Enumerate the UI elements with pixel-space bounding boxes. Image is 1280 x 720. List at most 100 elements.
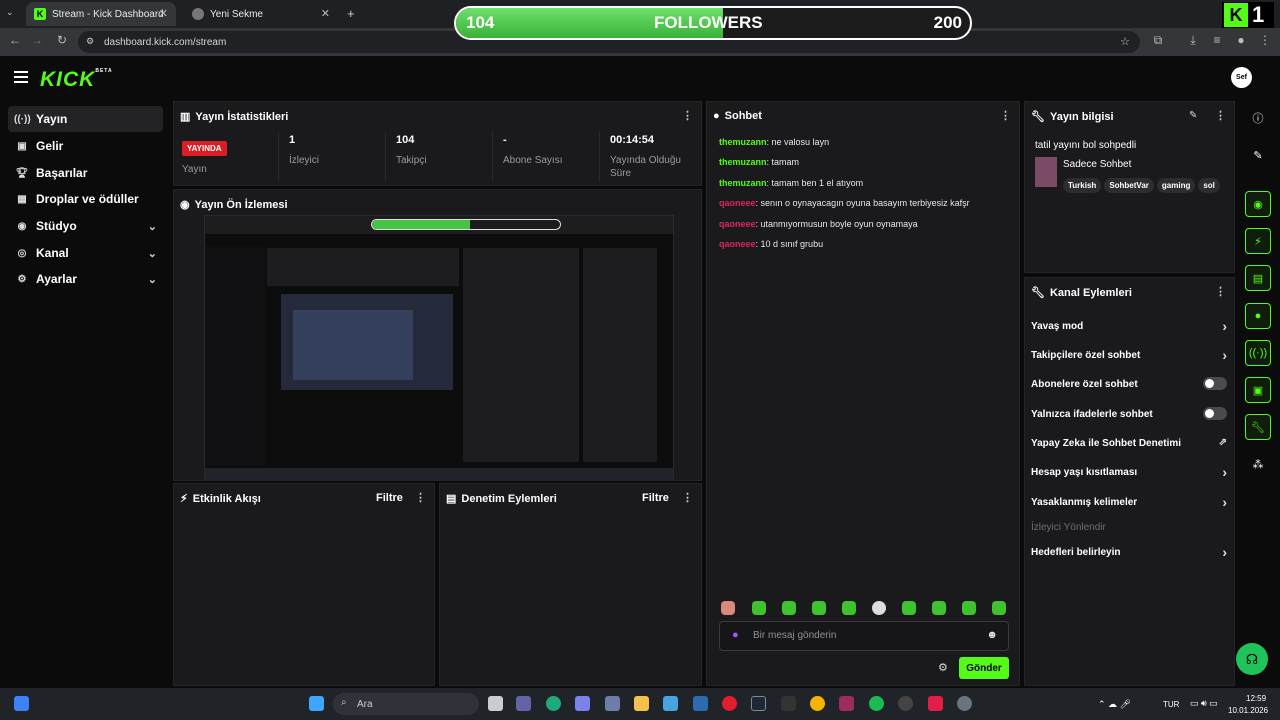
subscribers-only-toggle[interactable] xyxy=(1203,377,1227,390)
set-goals-action[interactable]: Hedefleri belirleyin › xyxy=(1031,544,1227,560)
moderation-icon[interactable]: ▤ xyxy=(1245,265,1271,291)
support-headset-icon[interactable]: ☊ xyxy=(1236,643,1268,675)
sidebar-item-droplar[interactable]: ▦ Droplar ve ödüller xyxy=(8,186,163,212)
sidebar-item-gelir[interactable]: ▣ Gelir xyxy=(8,133,163,159)
microphone-icon[interactable]: ● xyxy=(732,629,739,641)
emote-icon[interactable] xyxy=(842,601,856,615)
site-info-icon[interactable]: ⚙ xyxy=(86,36,94,47)
followers-only-action[interactable]: Takipçilere özel sohbet › xyxy=(1031,347,1227,363)
network-icon[interactable]: ▭ 🔊︎ ▭ xyxy=(1190,698,1218,709)
tab-new-tab[interactable]: Yeni Sekme ✕ xyxy=(184,2,338,26)
language-indicator[interactable]: TUR xyxy=(1163,700,1179,709)
task-view-icon[interactable] xyxy=(488,696,503,711)
clock-date[interactable]: 10.01.2026 xyxy=(1228,706,1268,715)
more-options-icon[interactable]: ⋮ xyxy=(1215,285,1226,298)
kick-logo[interactable]: KICKBETA xyxy=(40,68,113,92)
info-icon[interactable]: ⓘ xyxy=(1245,105,1271,131)
chat-input[interactable]: ● Bir mesaj gönderin ☻ xyxy=(719,621,1009,651)
chat-username[interactable]: themuzann xyxy=(719,137,767,147)
lightning-icon[interactable]: ⚡︎ xyxy=(1245,228,1271,254)
banned-words-action[interactable]: Yasaklanmış kelimeler › xyxy=(1031,494,1227,510)
menu-hamburger-icon[interactable] xyxy=(14,71,28,86)
widgets-icon[interactable] xyxy=(14,696,29,711)
emote-icon[interactable] xyxy=(902,601,916,615)
app-icon[interactable] xyxy=(928,696,943,711)
extensions-icon[interactable]: ⧉ xyxy=(1149,33,1167,48)
sidebar-item-ayarlar[interactable]: ⚙ Ayarlar ⌄ xyxy=(8,266,163,292)
tab-list-button[interactable]: ⌄ xyxy=(6,7,14,18)
obs-icon[interactable] xyxy=(898,696,913,711)
stream-preview-video[interactable] xyxy=(204,215,674,480)
chat-username[interactable]: qaoneee xyxy=(719,219,756,229)
more-options-icon[interactable]: ⋮ xyxy=(415,491,426,504)
opera-icon[interactable] xyxy=(722,696,737,711)
category-name[interactable]: Sadece Sohbet xyxy=(1063,159,1131,170)
avatar[interactable]: Sef xyxy=(1231,67,1252,88)
stats-icon[interactable]: ▣ xyxy=(1245,377,1271,403)
back-icon[interactable]: ← xyxy=(6,33,24,47)
tag[interactable]: SohbetVar xyxy=(1104,178,1154,193)
emote-icon[interactable] xyxy=(782,601,796,615)
emote-icon[interactable] xyxy=(992,601,1006,615)
steam-icon[interactable] xyxy=(751,696,766,711)
chrome-icon[interactable] xyxy=(810,696,825,711)
sidebar-item-studyo[interactable]: ◉ Stüdyo ⌄ xyxy=(8,213,163,239)
emote-icon[interactable] xyxy=(932,601,946,615)
preview-toggle-icon[interactable]: ◉ xyxy=(1245,191,1271,217)
chat-settings-icon[interactable]: ⚙ xyxy=(938,661,948,674)
store-icon[interactable] xyxy=(663,696,678,711)
more-options-icon[interactable]: ⋮ xyxy=(1000,109,1011,122)
tag[interactable]: Turkish xyxy=(1063,178,1102,193)
profile-icon[interactable]: ● xyxy=(1232,33,1250,47)
filter-button[interactable]: Filtre xyxy=(642,492,669,504)
wrench-icon[interactable]: 🔧︎ xyxy=(1245,414,1271,440)
tray-icons[interactable]: ⌃ ☁ 🎤︎ xyxy=(1098,699,1131,710)
clock-time[interactable]: 12:59 xyxy=(1246,694,1266,703)
spotify-icon[interactable] xyxy=(869,696,884,711)
edit-pencil-icon[interactable]: ✎ xyxy=(1189,110,1197,121)
reading-list-icon[interactable]: ≡ xyxy=(1208,33,1226,47)
emote-icon[interactable] xyxy=(721,601,735,615)
app-icon[interactable] xyxy=(839,696,854,711)
mail-icon[interactable] xyxy=(693,696,708,711)
chat-username[interactable]: themuzann xyxy=(719,157,767,167)
emote-icon[interactable] xyxy=(872,601,886,615)
filter-button[interactable]: Filtre xyxy=(376,492,403,504)
chat-username[interactable]: qaoneee xyxy=(719,239,756,249)
sidebar-item-basarilar[interactable]: 🏆︎ Başarılar xyxy=(8,160,163,186)
start-windows-icon[interactable] xyxy=(309,696,324,711)
sidebar-item-kanal[interactable]: ◎ Kanal ⌄ xyxy=(8,240,163,266)
more-options-icon[interactable]: ⋮ xyxy=(682,109,693,122)
ai-moderation-action[interactable]: Yapay Zeka ile Sohbet Denetimi ⇗ xyxy=(1031,437,1227,449)
close-tab-icon[interactable]: ✕ xyxy=(321,7,330,20)
settings-icon[interactable] xyxy=(605,696,620,711)
emoji-icon[interactable]: ☻ xyxy=(986,629,998,641)
bookmark-star-icon[interactable]: ☆ xyxy=(1120,35,1130,48)
reload-icon[interactable]: ↻ xyxy=(53,33,71,47)
chat-username[interactable]: qaoneee xyxy=(719,198,756,208)
taskbar-search[interactable]: ⌕ Ara xyxy=(333,693,479,715)
browser-menu-icon[interactable]: ⋮ xyxy=(1256,33,1274,47)
chat-bubble-icon[interactable]: ● xyxy=(1245,303,1271,329)
teams-icon[interactable] xyxy=(575,696,590,711)
edit-pencil-icon[interactable]: ✎ xyxy=(1245,142,1271,168)
new-tab-button[interactable]: + xyxy=(347,6,355,21)
app-icon[interactable] xyxy=(957,696,972,711)
send-button[interactable]: Gönder xyxy=(959,657,1009,679)
sidebar-item-yayin[interactable]: ((·)) Yayın xyxy=(8,106,163,132)
chat-username[interactable]: themuzann xyxy=(719,178,767,188)
edge-icon[interactable] xyxy=(546,696,561,711)
tag[interactable]: sol xyxy=(1198,178,1220,193)
tab-kick-dashboard[interactable]: K Stream - Kick Dashboard ✕ xyxy=(26,2,176,26)
more-options-icon[interactable]: ⋮ xyxy=(1215,109,1226,122)
download-icon[interactable]: ⤓ xyxy=(1184,33,1202,48)
app-icon[interactable] xyxy=(516,696,531,711)
emote-icon[interactable] xyxy=(812,601,826,615)
file-explorer-icon[interactable] xyxy=(634,696,649,711)
forward-icon[interactable]: → xyxy=(28,33,46,47)
emote-icon[interactable] xyxy=(962,601,976,615)
close-tab-icon[interactable]: ✕ xyxy=(159,7,168,20)
slow-mode-action[interactable]: Yavaş mod › xyxy=(1031,318,1227,334)
more-options-icon[interactable]: ⋮ xyxy=(682,491,693,504)
tag[interactable]: gaming xyxy=(1156,178,1196,193)
